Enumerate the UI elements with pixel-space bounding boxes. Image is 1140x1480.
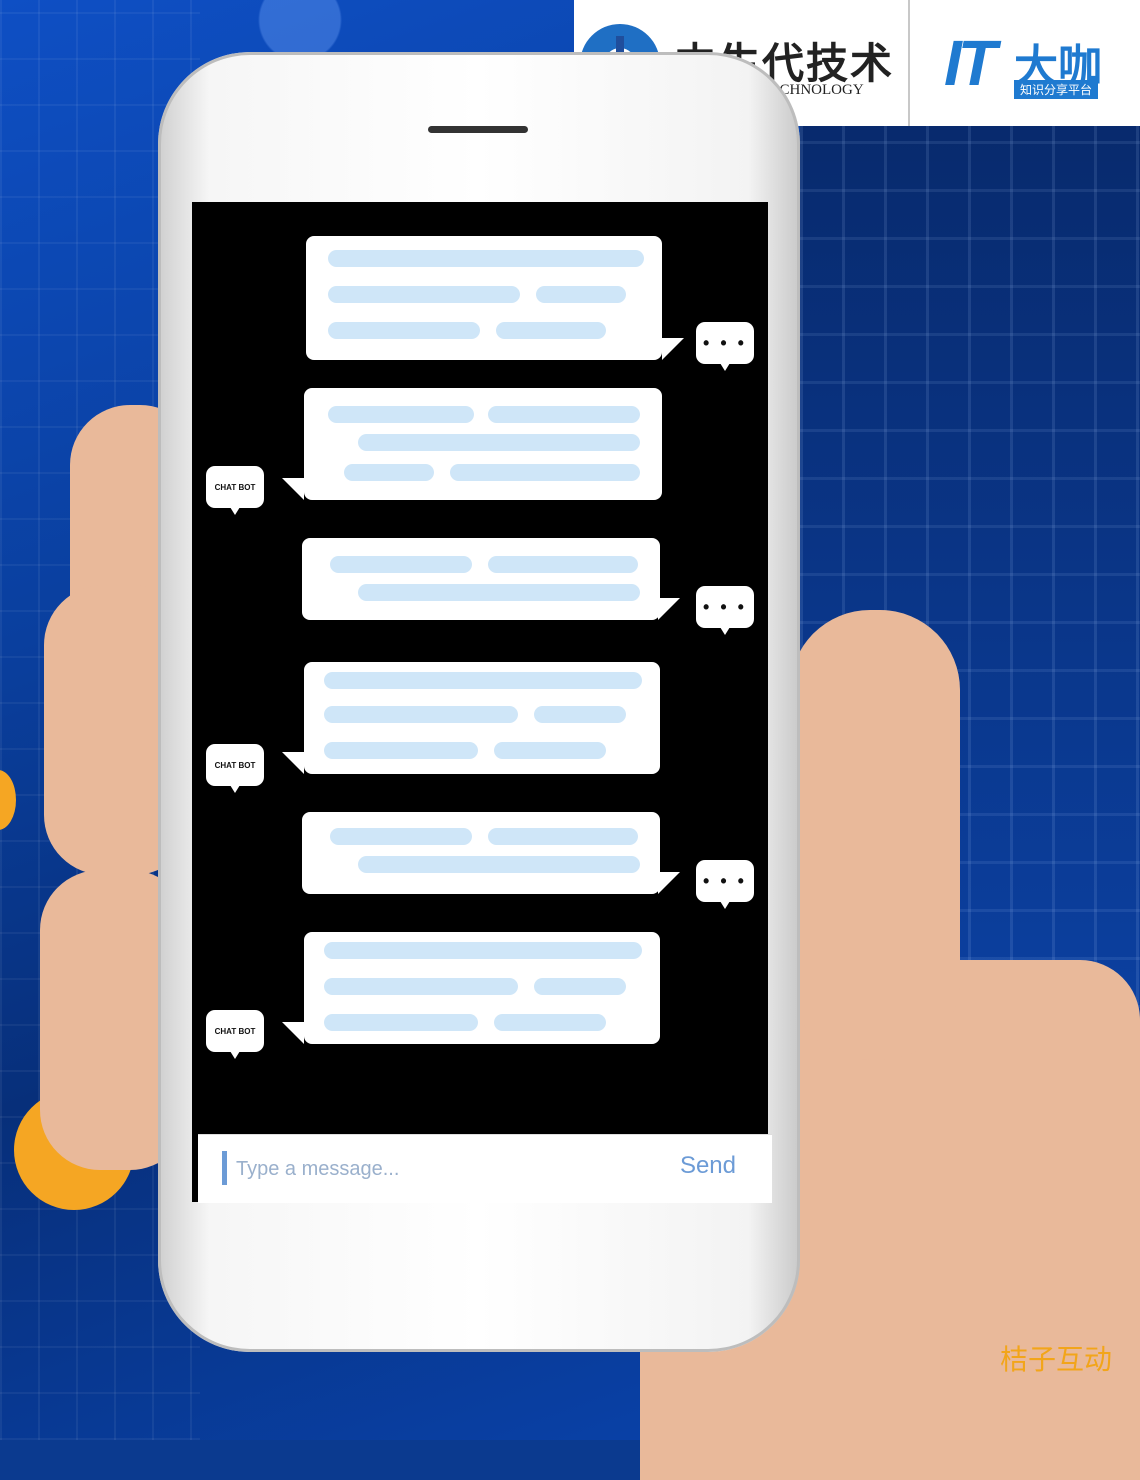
message-composer: Send — [198, 1134, 772, 1203]
phone-speaker — [428, 126, 528, 133]
watermark: 桔子互动 — [1000, 1343, 1113, 1376]
hand-thumb — [790, 610, 960, 1060]
chatbot-avatar: CHAT BOT — [206, 744, 264, 793]
chatbot-avatar: CHAT BOT — [206, 466, 264, 515]
chat-bubble-bot — [304, 932, 660, 1044]
bubble-tail — [282, 1022, 304, 1044]
bubble-tail — [658, 598, 680, 620]
partner-logo-it: IT — [944, 27, 997, 99]
bubble-tail — [282, 752, 304, 774]
chat-bubble-bot — [304, 388, 662, 500]
bubble-tail — [658, 872, 680, 894]
bubble-tail — [282, 478, 304, 500]
chat-screen[interactable]: • • • CHAT BOT • • • CHAT BOT • • • CHAT… — [192, 202, 768, 1202]
user-typing-avatar: • • • — [696, 860, 754, 909]
text-cursor — [222, 1151, 227, 1185]
send-button[interactable]: Send — [674, 1151, 742, 1181]
partner-logo-sub: 知识分享平台 — [1014, 80, 1099, 99]
chat-bubble-bot — [304, 662, 660, 774]
chat-bubble-user — [302, 538, 660, 620]
bubble-tail — [662, 338, 684, 360]
brand-divider — [908, 0, 910, 126]
chat-bubble-user — [302, 812, 660, 894]
message-input[interactable] — [234, 1149, 598, 1189]
smartphone: • • • CHAT BOT • • • CHAT BOT • • • CHAT… — [158, 52, 800, 1352]
user-typing-avatar: • • • — [696, 322, 754, 371]
chatbot-avatar: CHAT BOT — [206, 1010, 264, 1059]
chat-bubble-user — [306, 236, 662, 360]
user-typing-avatar: • • • — [696, 586, 754, 635]
